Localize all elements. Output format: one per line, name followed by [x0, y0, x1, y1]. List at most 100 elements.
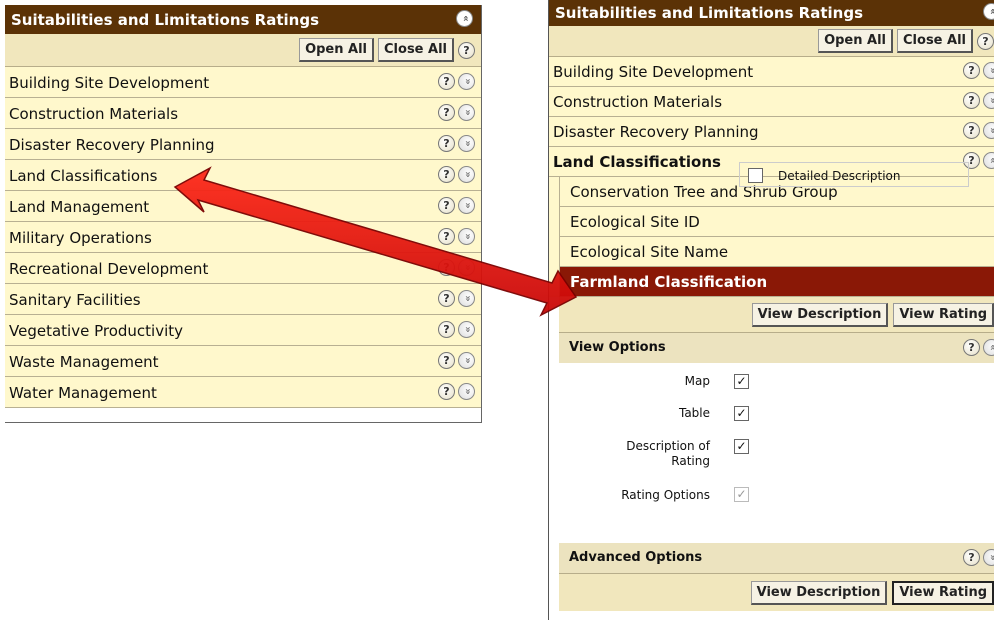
expand-down-icon[interactable]: »: [458, 228, 475, 245]
view-options-title: View Options: [569, 340, 666, 355]
view-options-body: Map ✓ Table ✓ Description of Rating ✓ Rat…: [559, 363, 994, 519]
advanced-options-title: Advanced Options: [569, 550, 703, 565]
help-icon[interactable]: ?: [438, 73, 455, 90]
category-label: Land Classifications: [9, 167, 158, 185]
expand-down-icon[interactable]: »: [458, 104, 475, 121]
help-icon[interactable]: ?: [963, 92, 980, 109]
view-description-button[interactable]: View Description: [750, 580, 888, 605]
expand-down-icon[interactable]: »: [458, 135, 475, 152]
category-row[interactable]: Building Site Development?»: [549, 57, 994, 87]
right-panel-title-bar: Suitabilities and Limitations Ratings «: [549, 0, 994, 26]
detailed-description-option[interactable]: Detailed Description: [739, 162, 969, 187]
expand-down-icon[interactable]: »: [458, 290, 475, 307]
help-icon[interactable]: ?: [963, 62, 980, 79]
category-row[interactable]: Disaster Recovery Planning?»: [549, 117, 994, 147]
collapse-up-icon[interactable]: «: [983, 3, 994, 20]
rating-options-checkbox: ✓: [734, 487, 749, 502]
view-options-header[interactable]: View Options ?«: [559, 333, 994, 363]
expand-down-icon[interactable]: »: [983, 62, 994, 79]
help-icon[interactable]: ?: [438, 228, 455, 245]
help-icon[interactable]: ?: [438, 290, 455, 307]
open-all-button[interactable]: Open All: [818, 29, 894, 53]
sub-item-farmland-classification[interactable]: Farmland Classification: [559, 267, 994, 297]
help-icon[interactable]: ?: [438, 321, 455, 338]
expand-down-icon[interactable]: »: [458, 321, 475, 338]
view-rating-button[interactable]: View Rating: [893, 302, 994, 327]
view-rating-button[interactable]: View Rating: [892, 580, 994, 605]
expand-down-icon[interactable]: »: [983, 122, 994, 139]
help-icon[interactable]: ?: [438, 352, 455, 369]
help-icon[interactable]: ?: [963, 339, 980, 356]
category-label: Construction Materials: [9, 105, 179, 123]
expand-down-icon[interactable]: »: [458, 383, 475, 400]
help-icon[interactable]: ?: [438, 259, 455, 276]
map-checkbox[interactable]: ✓: [734, 374, 749, 389]
category-row[interactable]: Vegetative Productivity?»: [5, 315, 481, 346]
category-row[interactable]: Military Operations?»: [5, 222, 481, 253]
category-row[interactable]: Disaster Recovery Planning?»: [5, 129, 481, 160]
right-toolbar: Open All Close All ?: [549, 26, 994, 57]
table-checkbox[interactable]: ✓: [734, 406, 749, 421]
category-label: Construction Materials: [553, 93, 723, 111]
advanced-options-header[interactable]: Advanced Options ?»: [559, 543, 994, 573]
table-label: Table: [678, 406, 710, 420]
rating-actions: View Description View Rating: [559, 297, 994, 333]
category-label: Land Management: [9, 198, 150, 216]
close-all-button[interactable]: Close All: [897, 29, 973, 53]
category-label: Disaster Recovery Planning: [9, 136, 215, 154]
expand-down-icon[interactable]: »: [458, 197, 475, 214]
open-all-button[interactable]: Open All: [299, 38, 375, 62]
description-of-rating-label: Description of Rating: [626, 439, 710, 469]
help-icon[interactable]: ?: [438, 197, 455, 214]
close-all-button[interactable]: Close All: [378, 38, 454, 62]
category-row-land-classifications[interactable]: Land Classifications?»: [5, 160, 481, 191]
sub-item[interactable]: Ecological Site Name: [559, 237, 994, 267]
left-toolbar: Open All Close All ?: [5, 34, 481, 67]
sub-item[interactable]: Ecological Site ID: [559, 207, 994, 237]
left-category-list: Building Site Development?» Construction…: [5, 67, 481, 408]
collapse-up-icon[interactable]: «: [456, 10, 473, 27]
category-row[interactable]: Waste Management?»: [5, 346, 481, 377]
expand-down-icon[interactable]: »: [458, 259, 475, 276]
expand-down-icon[interactable]: »: [458, 73, 475, 90]
category-row[interactable]: Land Management?»: [5, 191, 481, 222]
category-label: Building Site Development: [553, 63, 754, 81]
help-icon[interactable]: ?: [438, 104, 455, 121]
right-ratings-panel: Suitabilities and Limitations Ratings « …: [548, 0, 994, 620]
help-icon[interactable]: ?: [963, 549, 980, 566]
category-label: Disaster Recovery Planning: [553, 123, 759, 141]
left-panel-title: Suitabilities and Limitations Ratings: [11, 11, 320, 29]
expand-down-icon[interactable]: »: [458, 352, 475, 369]
description-checkbox[interactable]: ✓: [734, 439, 749, 454]
help-icon[interactable]: ?: [458, 41, 475, 59]
category-row[interactable]: Recreational Development?»: [5, 253, 481, 284]
category-label: Land Classifications: [553, 153, 721, 171]
expand-down-icon[interactable]: »: [983, 92, 994, 109]
rating-options-label: Rating Options: [621, 488, 710, 502]
collapse-up-icon[interactable]: «: [983, 339, 994, 356]
view-description-button[interactable]: View Description: [751, 302, 889, 327]
category-label: Sanitary Facilities: [9, 291, 141, 309]
category-label: Recreational Development: [9, 260, 209, 278]
category-row[interactable]: Construction Materials?»: [5, 98, 481, 129]
help-icon[interactable]: ?: [438, 135, 455, 152]
left-ratings-panel: Suitabilities and Limitations Ratings « …: [5, 5, 482, 423]
category-row[interactable]: Building Site Development?»: [5, 67, 481, 98]
help-icon[interactable]: ?: [963, 122, 980, 139]
help-icon[interactable]: ?: [438, 383, 455, 400]
category-row[interactable]: Sanitary Facilities?»: [5, 284, 481, 315]
category-row[interactable]: Construction Materials?»: [549, 87, 994, 117]
expand-down-icon[interactable]: »: [458, 166, 475, 183]
description-label-line1: Description of: [626, 439, 710, 453]
description-label-line2: Rating: [671, 454, 710, 468]
category-label: Vegetative Productivity: [9, 322, 183, 340]
detailed-description-checkbox[interactable]: [748, 168, 763, 183]
map-label: Map: [684, 374, 710, 388]
help-icon[interactable]: ?: [438, 166, 455, 183]
category-label: Military Operations: [9, 229, 152, 247]
category-label: Building Site Development: [9, 74, 210, 92]
collapse-up-icon[interactable]: «: [983, 152, 994, 169]
expand-down-icon[interactable]: »: [983, 549, 994, 566]
category-row[interactable]: Water Management?»: [5, 377, 481, 408]
help-icon[interactable]: ?: [977, 32, 994, 50]
